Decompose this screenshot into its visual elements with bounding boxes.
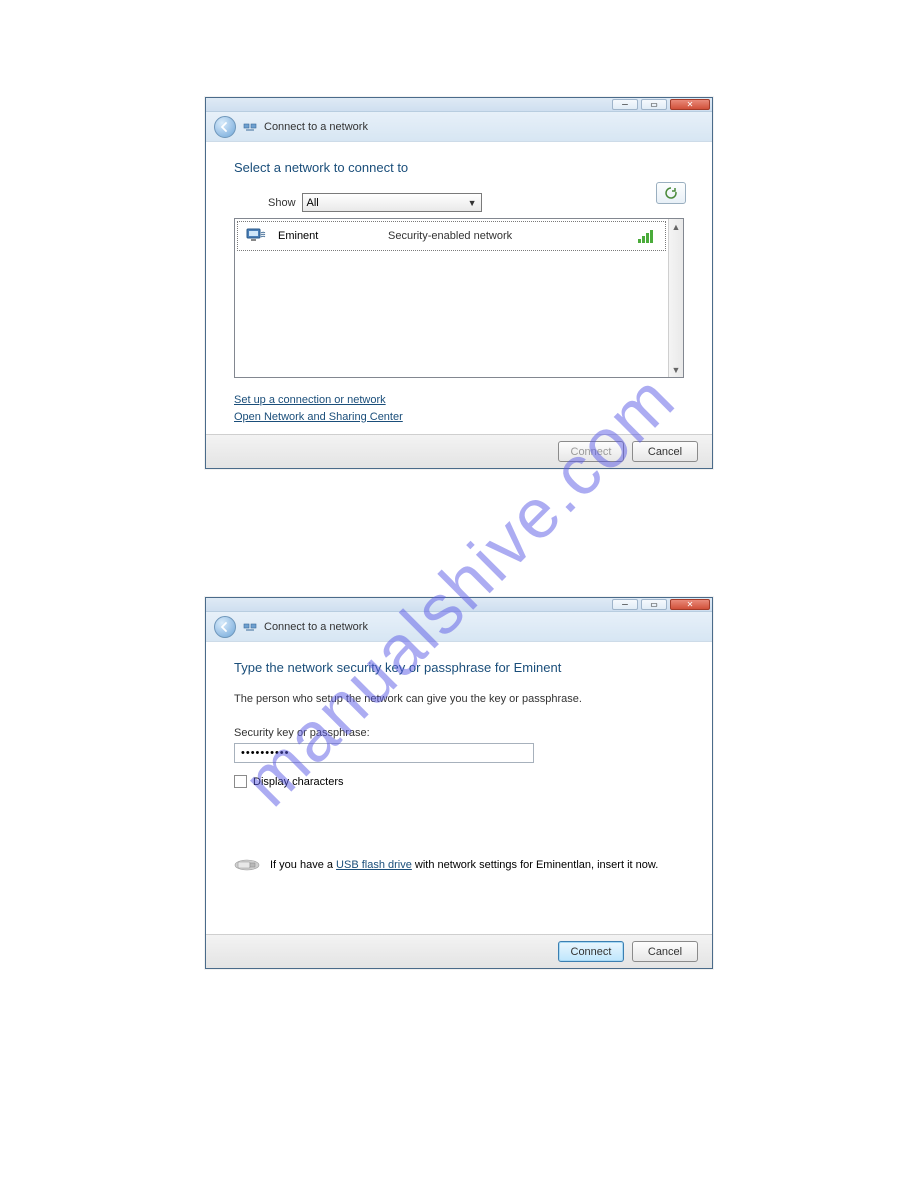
usb-drive-icon: [234, 858, 260, 872]
window-title: Connect to a network: [264, 621, 368, 633]
network-description: Security-enabled network: [388, 230, 627, 242]
close-button[interactable]: ✕: [670, 99, 710, 110]
usb-hint-text: If you have a USB flash drive with netwo…: [270, 859, 658, 871]
maximize-button[interactable]: ▭: [641, 99, 667, 110]
back-arrow-icon: [219, 621, 231, 633]
back-button[interactable]: [214, 616, 236, 638]
scroll-up-button[interactable]: ▲: [669, 219, 683, 234]
minimize-button[interactable]: ─: [612, 99, 638, 110]
connect-button[interactable]: Connect: [558, 441, 624, 462]
back-arrow-icon: [219, 121, 231, 133]
window-title: Connect to a network: [264, 121, 368, 133]
page-heading: Select a network to connect to: [234, 160, 684, 175]
cancel-button[interactable]: Cancel: [632, 441, 698, 462]
signal-strength-icon: [637, 228, 657, 244]
network-name: Eminent: [278, 230, 378, 242]
show-label: Show: [268, 197, 296, 209]
display-chars-label: Display characters: [253, 776, 343, 788]
filter-row: Show All ▼: [268, 193, 684, 212]
show-dropdown[interactable]: All ▼: [302, 193, 482, 212]
header-bar: Connect to a network: [206, 112, 712, 142]
refresh-icon: [664, 186, 678, 200]
network-item-eminent[interactable]: Eminent Security-enabled network: [237, 221, 666, 251]
button-bar: Connect Cancel: [206, 934, 712, 968]
maximize-button[interactable]: ▭: [641, 599, 667, 610]
chevron-down-icon: ▼: [468, 198, 477, 208]
scroll-down-button[interactable]: ▼: [669, 362, 683, 377]
refresh-button[interactable]: [656, 182, 686, 204]
content-area: Type the network security key or passphr…: [206, 642, 712, 934]
passphrase-label: Security key or passphrase:: [234, 727, 684, 739]
cancel-button[interactable]: Cancel: [632, 941, 698, 962]
network-icon: [242, 119, 258, 135]
back-button[interactable]: [214, 116, 236, 138]
window-select-network: ─ ▭ ✕ Connect to a network Select a netw…: [205, 97, 713, 469]
usb-flash-drive-link[interactable]: USB flash drive: [336, 859, 412, 871]
dropdown-value: All: [307, 197, 319, 209]
setup-connection-link[interactable]: Set up a connection or network: [234, 392, 684, 409]
computer-icon: [246, 227, 268, 245]
connect-button[interactable]: Connect: [558, 941, 624, 962]
titlebar: ─ ▭ ✕: [206, 598, 712, 612]
link-group: Set up a connection or network Open Netw…: [234, 392, 684, 425]
network-icon: [242, 619, 258, 635]
passphrase-input[interactable]: ••••••••••: [234, 743, 534, 763]
network-list: Eminent Security-enabled network ▲ ▼: [234, 218, 684, 378]
minimize-button[interactable]: ─: [612, 599, 638, 610]
usb-hint-row: If you have a USB flash drive with netwo…: [234, 858, 684, 872]
content-area: Select a network to connect to Show All …: [206, 142, 712, 434]
close-button[interactable]: ✕: [670, 599, 710, 610]
network-center-link[interactable]: Open Network and Sharing Center: [234, 409, 684, 426]
titlebar: ─ ▭ ✕: [206, 98, 712, 112]
page-heading: Type the network security key or passphr…: [234, 660, 684, 675]
button-bar: Connect Cancel: [206, 434, 712, 468]
instruction-text: The person who setup the network can giv…: [234, 693, 684, 705]
header-bar: Connect to a network: [206, 612, 712, 642]
window-enter-passphrase: ─ ▭ ✕ Connect to a network Type the netw…: [205, 597, 713, 969]
scrollbar[interactable]: ▲ ▼: [668, 219, 683, 377]
display-chars-checkbox[interactable]: [234, 775, 247, 788]
display-chars-row: Display characters: [234, 775, 684, 788]
